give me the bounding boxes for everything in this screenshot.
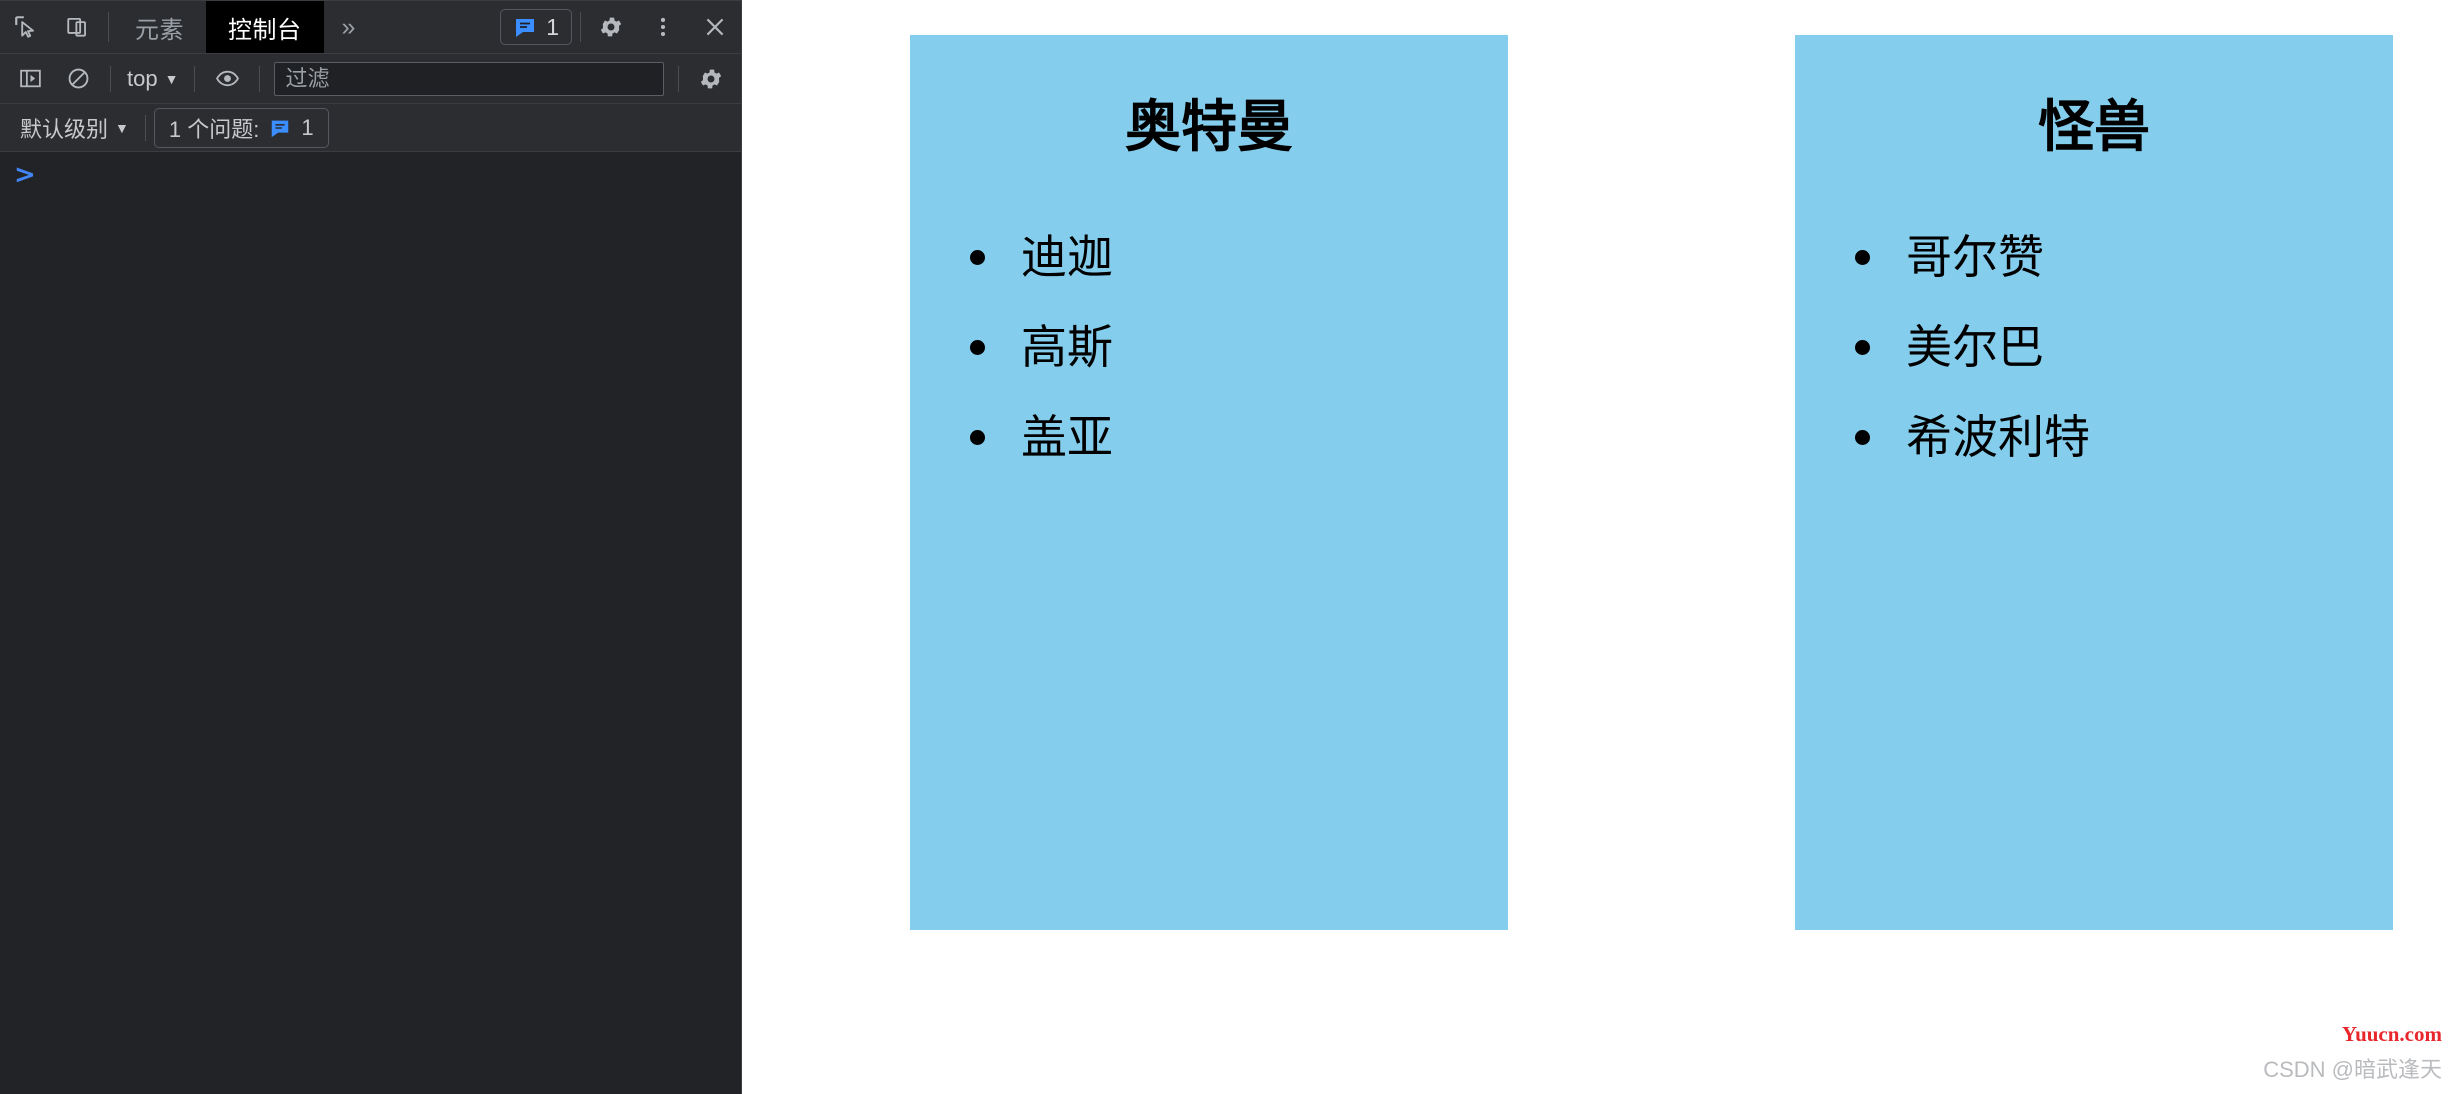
list-item: 希波利特	[1855, 392, 2393, 482]
filter-input[interactable]	[274, 61, 664, 96]
device-toolbar-icon[interactable]	[52, 1, 104, 53]
console-toolbar-divider	[110, 65, 111, 92]
console-prompt-row[interactable]: >	[0, 152, 741, 190]
execution-context-label: top	[127, 65, 158, 91]
live-expression-icon[interactable]	[203, 59, 251, 99]
bullet-icon	[970, 429, 985, 445]
message-bubble-icon	[269, 117, 291, 139]
card-list: 哥尔赞 美尔巴 希波利特	[1795, 212, 2393, 482]
message-bubble-icon	[513, 15, 537, 39]
web-page-viewport: 奥特曼 迪迦 高斯 盖亚 怪兽 哥尔赞 美尔巴 希波利特 Yuucn.com C…	[742, 0, 2464, 1094]
chevron-down-icon: ▼	[164, 70, 179, 87]
clear-console-icon[interactable]	[54, 59, 102, 99]
list-item-label: 高斯	[1021, 321, 1113, 374]
more-tabs-icon[interactable]: »	[324, 1, 374, 53]
list-item-label: 美尔巴	[1906, 321, 2044, 374]
tab-console[interactable]: 控制台	[206, 1, 324, 53]
console-settings-gear-icon[interactable]	[687, 59, 735, 99]
tabbar-spacer	[373, 1, 496, 53]
watermark-site: Yuucn.com	[2341, 1022, 2442, 1046]
message-count: 1	[546, 13, 559, 40]
message-count-badge[interactable]: 1	[500, 9, 572, 45]
bullet-icon	[970, 249, 985, 265]
card-title: 奥特曼	[1125, 95, 1293, 158]
list-item: 盖亚	[970, 392, 1508, 482]
console-sidebar-icon[interactable]	[6, 59, 54, 99]
list-item: 迪迦	[970, 212, 1508, 302]
list-item: 哥尔赞	[1855, 212, 2393, 302]
devtools-panel: 元素 控制台 » 1 top ▼ 过滤 默认级别 ▼ 1 个问题: 1 >	[0, 0, 742, 1094]
list-item-label: 哥尔赞	[1906, 231, 2044, 284]
console-level-bar: 默认级别 ▼ 1 个问题: 1	[0, 104, 741, 152]
console-toolbar-divider-4	[678, 65, 679, 92]
card-title: 怪兽	[2038, 95, 2150, 158]
list-item: 美尔巴	[1855, 302, 2393, 392]
bullet-icon	[1855, 339, 1870, 355]
devtools-tabbar: 元素 控制台 » 1	[0, 0, 741, 54]
gear-icon[interactable]	[585, 1, 637, 53]
tab-elements[interactable]: 元素	[113, 1, 206, 53]
issues-count: 1	[301, 114, 314, 140]
more-tabs-label: »	[341, 12, 356, 41]
card-list: 迪迦 高斯 盖亚	[910, 212, 1508, 482]
execution-context-selector[interactable]: top ▼	[119, 62, 186, 96]
bullet-icon	[1855, 429, 1870, 445]
chevron-down-icon: ▼	[115, 119, 129, 136]
close-icon[interactable]	[689, 1, 741, 53]
console-toolbar-divider-3	[259, 65, 261, 92]
more-options-icon[interactable]	[637, 1, 689, 53]
watermark-author: CSDN @暗武逢天	[2263, 1057, 2442, 1082]
list-item-label: 迪迦	[1021, 231, 1113, 284]
list-item: 高斯	[970, 302, 1508, 392]
prompt-chevron-icon: >	[14, 160, 36, 190]
console-toolbar: top ▼	[0, 54, 741, 104]
log-level-selector[interactable]: 默认级别 ▼	[12, 108, 137, 148]
cards-container: 奥特曼 迪迦 高斯 盖亚 怪兽 哥尔赞 美尔巴 希波利特	[910, 35, 2393, 930]
tab-console-label: 控制台	[228, 16, 302, 44]
card-ultraman: 奥特曼 迪迦 高斯 盖亚	[910, 35, 1508, 930]
console-toolbar-divider-2	[194, 65, 196, 92]
level-bar-divider	[144, 114, 146, 141]
list-item-label: 希波利特	[1906, 411, 2090, 464]
issues-label: 1 个问题:	[168, 116, 260, 142]
toolbar-divider-2	[580, 12, 581, 42]
console-output[interactable]: >	[0, 152, 741, 1094]
inspect-element-icon[interactable]	[0, 1, 52, 53]
bullet-icon	[970, 339, 985, 355]
list-item-label: 盖亚	[1021, 411, 1113, 464]
log-level-label: 默认级别	[20, 116, 109, 142]
browser-window: 元素 控制台 » 1 top ▼ 过滤 默认级别 ▼ 1 个问题: 1 > 奥特…	[0, 0, 2464, 1094]
bullet-icon	[1855, 249, 1870, 265]
issues-chip[interactable]: 1 个问题: 1	[153, 107, 329, 148]
card-monster: 怪兽 哥尔赞 美尔巴 希波利特	[1795, 35, 2393, 930]
tab-elements-label: 元素	[135, 16, 184, 44]
toolbar-divider	[108, 12, 109, 42]
console-input[interactable]	[46, 162, 727, 190]
